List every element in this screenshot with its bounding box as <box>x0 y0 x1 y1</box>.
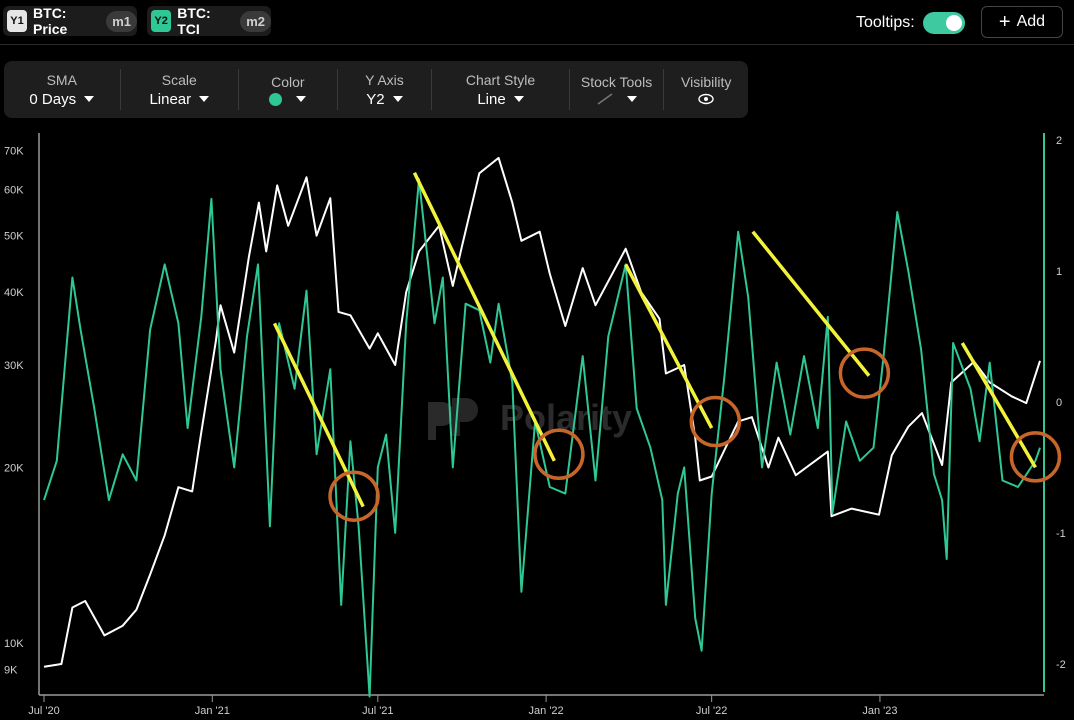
stock-tools-control[interactable]: Stock Tools <box>570 69 665 110</box>
scale-control[interactable]: Scale Linear <box>121 69 240 110</box>
y1-badge: Y1 <box>7 10 28 32</box>
chevron-down-icon <box>84 96 95 102</box>
watermark-text: Polarity <box>500 397 632 438</box>
polarity-watermark: Polarity <box>428 397 632 440</box>
stock-tools-title: Stock Tools <box>580 74 653 90</box>
color-title: Color <box>271 73 305 90</box>
chart-style-value: Line <box>477 90 506 108</box>
trend-line <box>751 230 871 377</box>
scale-title: Scale <box>161 71 197 88</box>
visibility-control[interactable]: Visibility <box>664 69 748 110</box>
chevron-down-icon <box>199 96 210 102</box>
add-button[interactable]: + Add <box>981 6 1063 38</box>
trend-line <box>960 342 1037 469</box>
x-tick-label: Jan '21 <box>195 705 230 717</box>
y1-tick-label: 9K <box>4 665 18 677</box>
line-tool-icon <box>597 93 612 105</box>
series-toolbar: SMA 0 Days Scale Linear Color Y Axis Y2 … <box>4 61 748 118</box>
y-axis-title: Y Axis <box>365 71 404 88</box>
color-swatch <box>269 92 283 106</box>
y1-tick-label: 10K <box>4 638 24 650</box>
plus-icon: + <box>998 10 1011 33</box>
highlight-circle <box>533 428 585 481</box>
x-tick-label: Jul '21 <box>362 705 393 717</box>
scale-value: Linear <box>149 90 192 108</box>
x-tick-label: Jul '22 <box>696 705 727 717</box>
series-tab-btc-price[interactable]: Y1 BTC: Price m1 <box>3 5 137 37</box>
y-axis-control[interactable]: Y Axis Y2 <box>338 69 433 110</box>
color-control[interactable]: Color <box>239 69 338 110</box>
sma-title: SMA <box>46 71 77 88</box>
x-tick-label: Jan '22 <box>529 705 564 717</box>
trend-line <box>272 322 365 508</box>
top-bar: Y1 BTC: Price m1 Y2 BTC: TCI m2 Tooltips… <box>0 0 1074 45</box>
visibility-title: Visibility <box>681 74 732 90</box>
series-label: BTC: Price <box>33 5 68 37</box>
series-tag: m2 <box>240 10 271 32</box>
sma-control[interactable]: SMA 0 Days <box>4 69 121 110</box>
y2-tick-label: 0 <box>1056 397 1062 409</box>
price-line <box>43 156 1041 668</box>
y1-tick-label: 30K <box>4 360 24 372</box>
tooltips-toggle[interactable] <box>922 12 965 34</box>
y2-badge: Y2 <box>151 10 172 32</box>
y2-tick-label: 2 <box>1056 135 1062 147</box>
y1-tick-label: 70K <box>4 146 24 158</box>
y2-tick-label: 1 <box>1056 266 1062 278</box>
chevron-down-icon <box>626 96 637 102</box>
x-tick-label: Jan '23 <box>862 705 897 717</box>
highlight-circle <box>328 470 380 522</box>
y2-tick-label: -1 <box>1056 528 1066 540</box>
trend-line <box>624 263 714 429</box>
chart-style-control[interactable]: Chart Style Line <box>432 69 570 110</box>
tooltips-label: Tooltips: <box>856 14 915 31</box>
trend-line <box>412 171 556 462</box>
series-tab-btc-tci[interactable]: Y2 BTC: TCI m2 <box>147 5 271 37</box>
tci-line <box>43 178 1041 698</box>
highlight-circle <box>1009 431 1062 483</box>
chevron-down-icon <box>296 96 307 102</box>
eye-icon <box>698 93 714 105</box>
toggle-knob <box>945 15 962 31</box>
y1-tick-label: 20K <box>4 463 24 475</box>
x-tick-label: Jul '20 <box>28 705 59 717</box>
y1-tick-label: 50K <box>4 231 24 243</box>
series-tag: m1 <box>106 10 137 32</box>
chevron-down-icon <box>513 96 524 102</box>
y2-tick-label: -2 <box>1056 659 1066 671</box>
y1-tick-label: 40K <box>4 287 24 299</box>
highlight-circle <box>838 347 891 399</box>
sma-value: 0 Days <box>29 90 77 108</box>
y-axis-value: Y2 <box>366 90 385 108</box>
series-label: BTC: TCI <box>177 5 211 37</box>
add-label: Add <box>1016 13 1046 30</box>
y1-tick-label: 60K <box>4 185 24 197</box>
chevron-down-icon <box>392 96 403 102</box>
chart-style-title: Chart Style <box>465 71 536 88</box>
tooltips-control: Tooltips: <box>856 12 965 34</box>
highlight-circle <box>689 395 742 448</box>
